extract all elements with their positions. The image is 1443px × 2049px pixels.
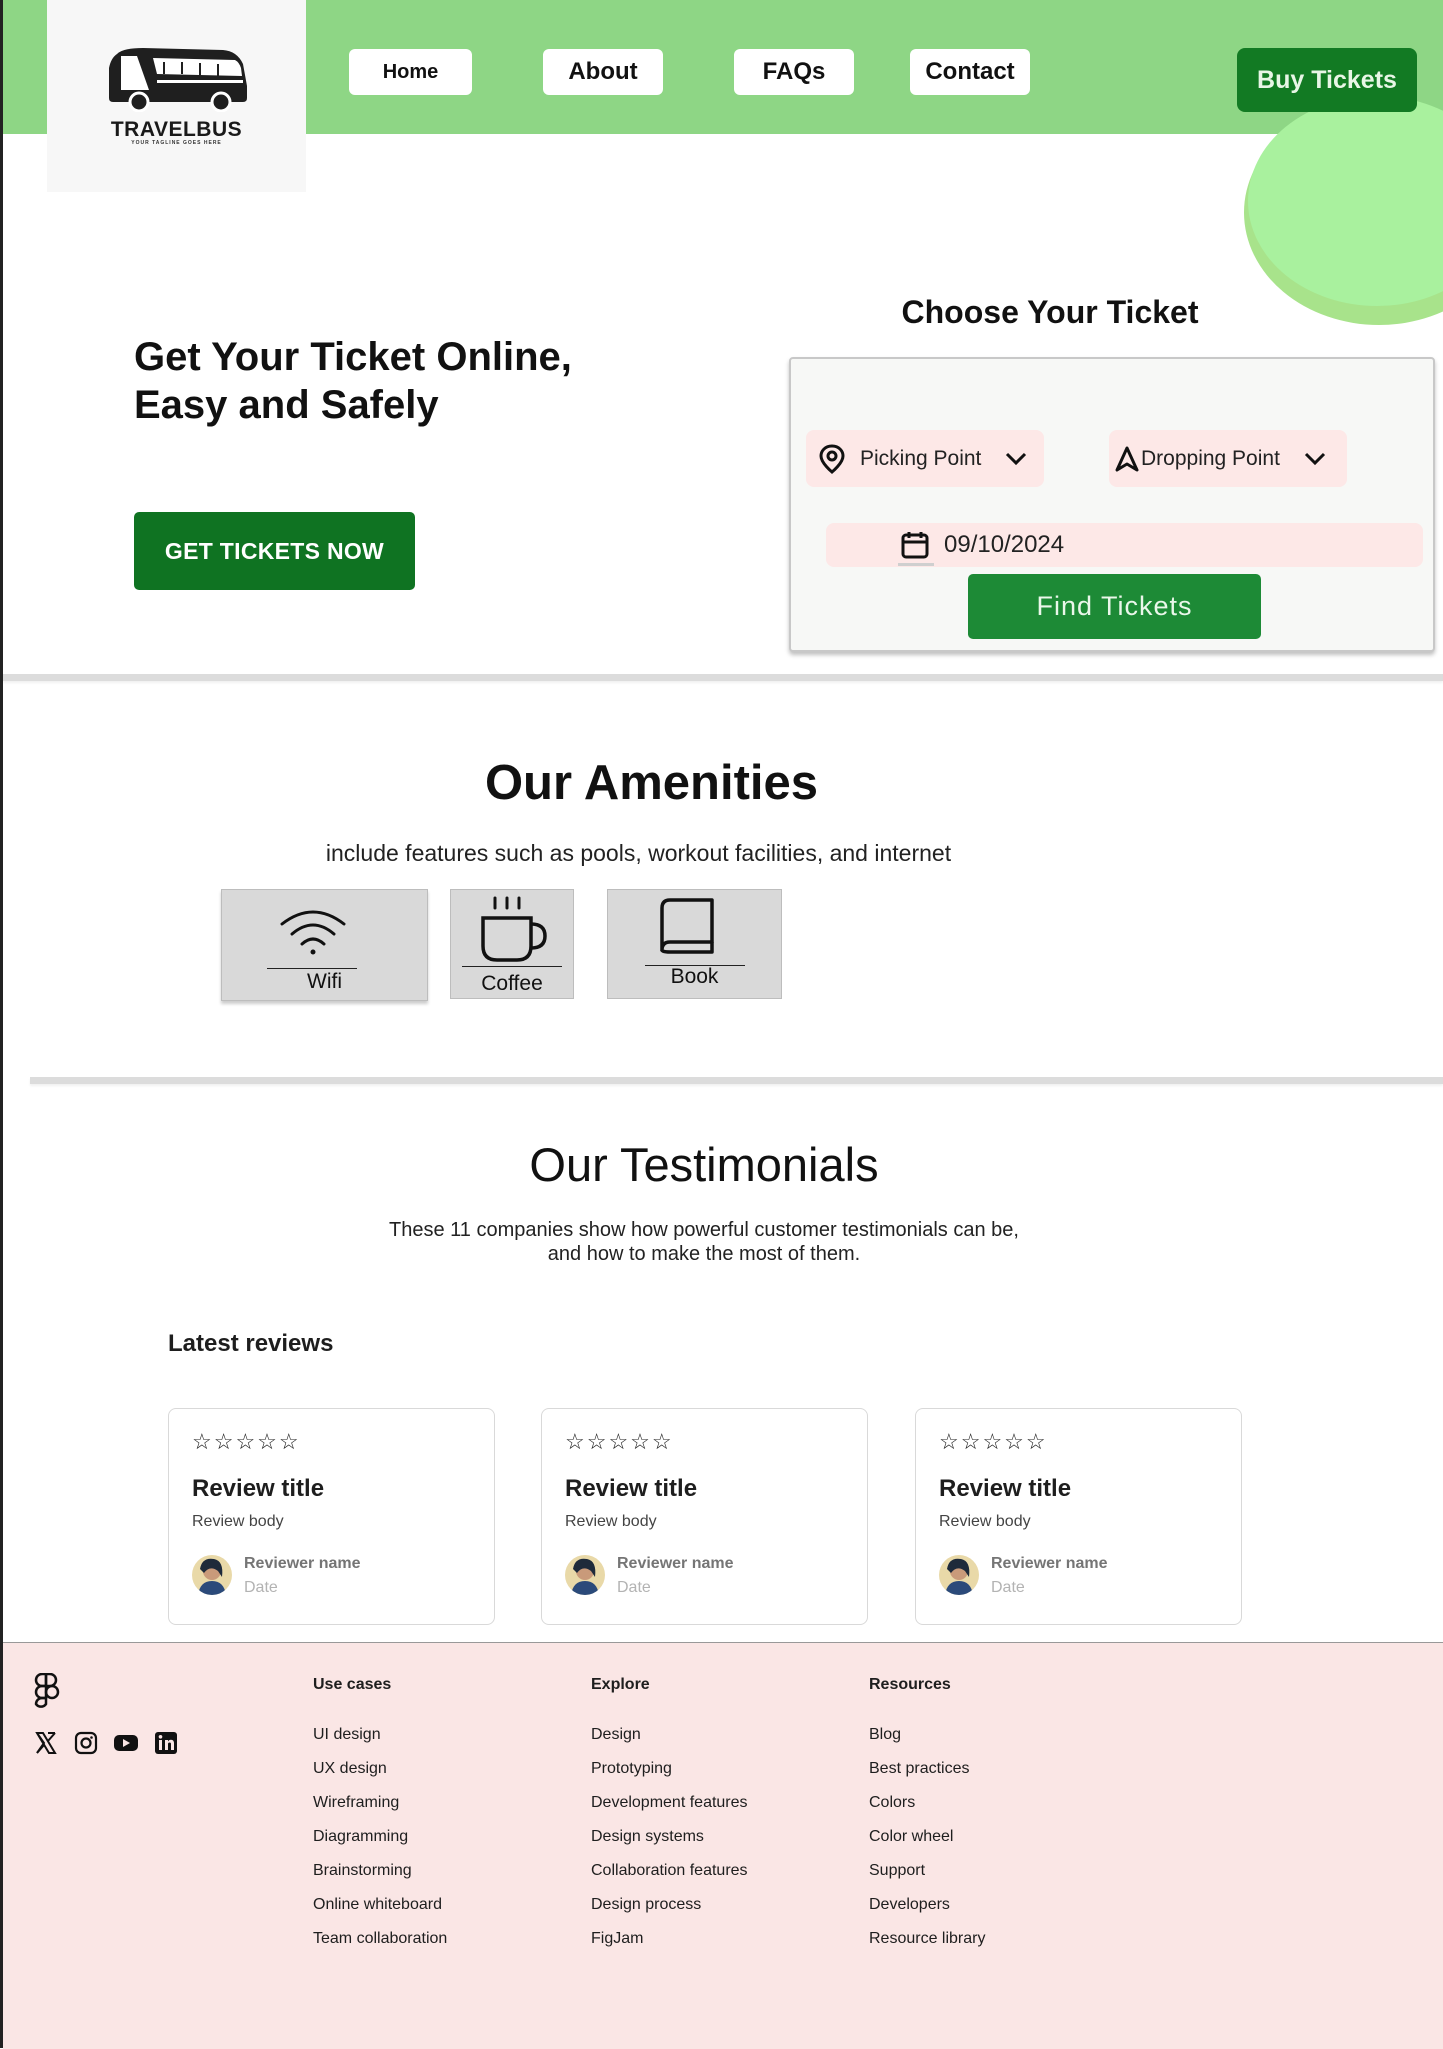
testimonials-subtitle-line2: and how to make the most of them. [547,1243,861,1265]
latest-reviews-heading: Latest reviews [168,1330,334,1357]
amenity-label: Book [670,965,719,988]
footer-link[interactable]: Design process [591,1896,701,1914]
avatar [565,1555,605,1595]
review-card: ☆☆☆☆☆ Review title Review body Reviewer … [915,1408,1242,1625]
nav-contact[interactable]: Contact [910,49,1030,95]
review-title: Review title [565,1475,698,1502]
review-body: Review body [565,1513,657,1530]
amenity-coffee[interactable]: Coffee [450,889,574,999]
picking-point-select[interactable]: Picking Point [806,430,1044,487]
coffee-icon [481,896,547,962]
find-tickets-button[interactable]: Find Tickets [968,574,1261,639]
footer-link[interactable]: Best practices [869,1760,969,1778]
ticket-form-title: Choose Your Ticket [901,294,1199,330]
instagram-icon[interactable] [73,1730,99,1756]
review-body: Review body [939,1513,1031,1530]
figma-logo-icon[interactable] [32,1673,60,1713]
date-value: 09/10/2024 [944,531,1065,558]
amenity-underline [267,968,357,969]
left-edge-line [0,0,3,2048]
section-divider [30,1077,1443,1084]
review-body: Review body [192,1513,284,1530]
footer-link[interactable]: Collaboration features [591,1862,748,1880]
footer-link[interactable]: Team collaboration [313,1930,447,1948]
footer-link[interactable]: Color wheel [869,1828,953,1846]
avatar [192,1555,232,1595]
review-title: Review title [939,1475,1072,1502]
chevron-down-icon [1304,452,1325,465]
amenity-label: Wifi [307,970,342,993]
amenities-subtitle: include features such as pools, workout … [325,840,952,866]
avatar [939,1555,979,1595]
review-date: Date [991,1579,1025,1596]
date-field[interactable]: 09/10/2024 [826,523,1423,567]
navigation-arrow-icon [1115,446,1139,471]
footer-link[interactable]: Colors [869,1794,915,1812]
nav-about[interactable]: About [543,49,663,95]
wifi-icon [280,910,346,955]
footer-link[interactable]: UI design [313,1726,381,1744]
footer-link[interactable]: Support [869,1862,925,1880]
footer-link[interactable]: Development features [591,1794,748,1812]
date-underline [898,563,934,566]
book-icon [660,898,714,954]
testimonials-subtitle: These 11 companies show how powerful cus… [0,1218,1408,1266]
rating-stars: ☆☆☆☆☆ [565,1429,674,1454]
reviewer-name: Reviewer name [244,1555,361,1572]
footer: Use cases UI design UX design Wireframin… [3,1642,1443,2049]
testimonials-subtitle-line1: These 11 companies show how powerful cus… [389,1219,1019,1241]
review-card: ☆☆☆☆☆ Review title Review body Reviewer … [541,1408,868,1625]
footer-link[interactable]: Online whiteboard [313,1896,442,1914]
calendar-icon [901,532,929,559]
bus-logo-icon [109,48,247,112]
nav-faqs[interactable]: FAQs [734,49,854,95]
reviewer-name: Reviewer name [617,1555,734,1572]
section-divider [3,674,1443,681]
amenity-wifi[interactable]: Wifi [221,889,428,1001]
footer-link[interactable]: UX design [313,1760,387,1778]
footer-link[interactable]: Prototyping [591,1760,672,1778]
buy-tickets-button[interactable]: Buy Tickets [1237,48,1417,112]
hero-title-line2: Easy and Safely [134,383,439,427]
x-icon[interactable] [33,1730,59,1756]
amenity-label: Coffee [481,972,543,995]
get-tickets-button[interactable]: GET TICKETS NOW [134,512,415,590]
location-pin-icon [819,443,845,474]
footer-link[interactable]: Diagramming [313,1828,408,1846]
review-title: Review title [192,1475,325,1502]
youtube-icon[interactable] [113,1730,139,1756]
review-date: Date [617,1579,651,1596]
review-card: ☆☆☆☆☆ Review title Review body Reviewer … [168,1408,495,1625]
testimonials-title: Our Testimonials [529,1138,879,1191]
logo[interactable]: TRAVELBUS YOUR TAGLINE GOES HERE [47,0,306,192]
picking-point-label: Picking Point [860,446,982,470]
nav-home[interactable]: Home [349,49,472,95]
linkedin-icon[interactable] [153,1730,179,1756]
chevron-down-icon [1006,452,1027,465]
footer-link[interactable]: Design [591,1726,641,1744]
footer-link[interactable]: Brainstorming [313,1862,412,1880]
footer-link[interactable]: FigJam [591,1930,643,1948]
logo-text: TRAVELBUS [110,118,243,141]
dropping-point-select[interactable]: Dropping Point [1109,430,1347,487]
reviewer-name: Reviewer name [991,1555,1108,1572]
hero-title: Get Your Ticket Online, Easy and Safely [134,333,572,429]
dropping-point-label: Dropping Point [1141,446,1280,470]
rating-stars: ☆☆☆☆☆ [939,1429,1048,1454]
footer-link[interactable]: Resource library [869,1930,985,1948]
rating-stars: ☆☆☆☆☆ [192,1429,301,1454]
amenity-underline [462,966,562,967]
amenity-book[interactable]: Book [607,889,782,999]
footer-heading-resources: Resources [869,1676,951,1693]
footer-heading-explore: Explore [591,1676,650,1693]
logo-tagline: YOUR TAGLINE GOES HERE [131,140,222,146]
review-date: Date [244,1579,278,1596]
footer-link[interactable]: Wireframing [313,1794,399,1812]
hero-title-line1: Get Your Ticket Online, [134,335,572,379]
footer-link[interactable]: Design systems [591,1828,704,1846]
footer-heading-use-cases: Use cases [313,1676,392,1693]
footer-link[interactable]: Developers [869,1896,950,1914]
footer-link[interactable]: Blog [869,1726,901,1744]
amenities-title: Our Amenities [484,756,819,810]
